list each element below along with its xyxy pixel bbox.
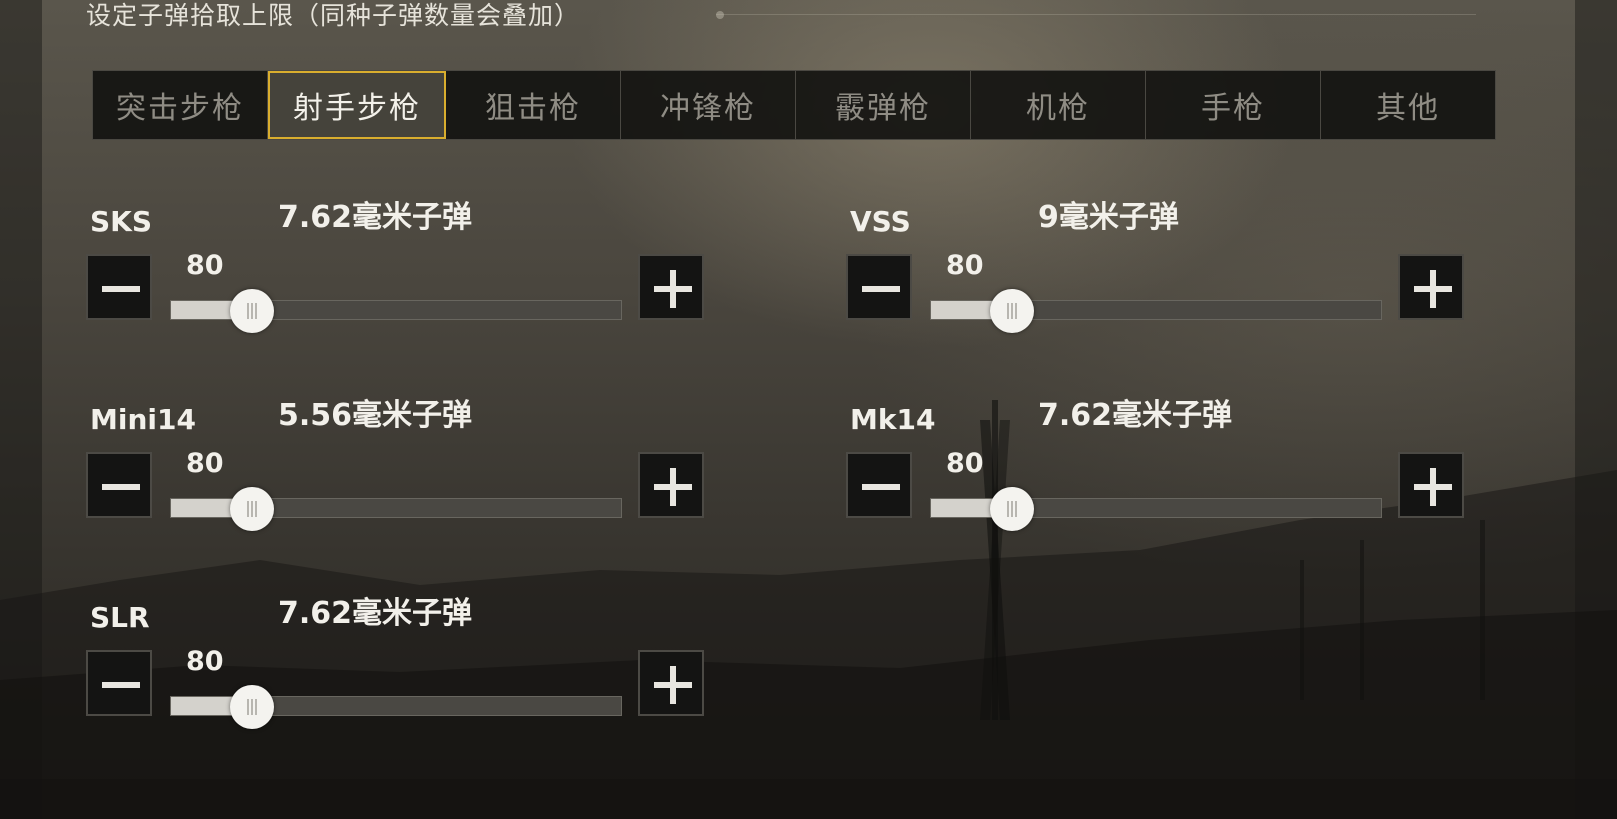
decrease-button[interactable] bbox=[846, 452, 912, 518]
ammo-limit-value: 80 bbox=[946, 250, 984, 281]
grip-line bbox=[255, 303, 257, 319]
slider-handle[interactable] bbox=[230, 685, 274, 729]
plus-icon-vertical bbox=[1430, 468, 1436, 506]
grip-line bbox=[255, 699, 257, 715]
grip-line bbox=[251, 501, 253, 517]
increase-button[interactable] bbox=[638, 452, 704, 518]
tab-marksman-rifle[interactable]: 射手步枪 bbox=[268, 71, 446, 139]
weapon-row-slr: SLR 7.62毫米子弹 80 bbox=[86, 596, 726, 738]
grip-line bbox=[251, 303, 253, 319]
tab-shotgun[interactable]: 霰弹枪 bbox=[796, 71, 971, 139]
tab-other[interactable]: 其他 bbox=[1321, 71, 1495, 139]
minus-icon bbox=[102, 286, 140, 292]
ammo-type: 9毫米子弹 bbox=[1038, 200, 1179, 235]
page-title: 设定子弹拾取上限（同种子弹数量会叠加） bbox=[86, 1, 581, 30]
slider-handle[interactable] bbox=[230, 289, 274, 333]
ammo-type: 5.56毫米子弹 bbox=[278, 398, 473, 433]
ammo-limit-value: 80 bbox=[186, 250, 224, 281]
weapon-row-mk14: Mk14 7.62毫米子弹 80 bbox=[846, 398, 1486, 540]
grip-line bbox=[1011, 303, 1013, 319]
weapon-name: SKS bbox=[90, 205, 153, 238]
decrease-button[interactable] bbox=[86, 254, 152, 320]
ammo-type: 7.62毫米子弹 bbox=[278, 200, 473, 235]
grip-line bbox=[247, 501, 249, 517]
slider-handle[interactable] bbox=[230, 487, 274, 531]
weapon-name: Mk14 bbox=[850, 403, 936, 436]
plus-icon-vertical bbox=[670, 666, 676, 704]
ammo-type: 7.62毫米子弹 bbox=[278, 596, 473, 631]
tab-sniper-rifle[interactable]: 狙击枪 bbox=[446, 71, 621, 139]
weapon-name: VSS bbox=[850, 205, 911, 238]
settings-screen: 设定子弹拾取上限（同种子弹数量会叠加） 突击步枪 射手步枪 狙击枪 冲锋枪 霰弹… bbox=[0, 0, 1617, 819]
tab-assault-rifle[interactable]: 突击步枪 bbox=[93, 71, 268, 139]
ammo-limit-slider[interactable] bbox=[170, 487, 622, 531]
decrease-button[interactable] bbox=[846, 254, 912, 320]
ammo-limit-value: 80 bbox=[946, 448, 984, 479]
ammo-limit-slider[interactable] bbox=[930, 487, 1382, 531]
tab-machine-gun[interactable]: 机枪 bbox=[971, 71, 1146, 139]
ammo-limit-value: 80 bbox=[186, 448, 224, 479]
ammo-limit-slider[interactable] bbox=[170, 289, 622, 333]
minus-icon bbox=[862, 484, 900, 490]
plus-icon-vertical bbox=[1430, 270, 1436, 308]
weapon-name: Mini14 bbox=[90, 403, 196, 436]
weapon-name: SLR bbox=[90, 601, 150, 634]
grip-line bbox=[1007, 501, 1009, 517]
weapon-row-mini14: Mini14 5.56毫米子弹 80 bbox=[86, 398, 726, 540]
ammo-type: 7.62毫米子弹 bbox=[1038, 398, 1233, 433]
decrease-button[interactable] bbox=[86, 650, 152, 716]
grip-line bbox=[1015, 501, 1017, 517]
weapon-row-sks: SKS 7.62毫米子弹 80 bbox=[86, 200, 726, 342]
tab-pistol[interactable]: 手枪 bbox=[1146, 71, 1321, 139]
tab-submachine-gun[interactable]: 冲锋枪 bbox=[621, 71, 796, 139]
ammo-limit-value: 80 bbox=[186, 646, 224, 677]
grip-line bbox=[1015, 303, 1017, 319]
grip-line bbox=[1011, 501, 1013, 517]
increase-button[interactable] bbox=[638, 254, 704, 320]
increase-button[interactable] bbox=[1398, 254, 1464, 320]
minus-icon bbox=[862, 286, 900, 292]
plus-icon-vertical bbox=[670, 468, 676, 506]
weapon-category-tabs: 突击步枪 射手步枪 狙击枪 冲锋枪 霰弹枪 机枪 手枪 其他 bbox=[92, 70, 1496, 140]
increase-button[interactable] bbox=[1398, 452, 1464, 518]
grip-line bbox=[1007, 303, 1009, 319]
slider-handle[interactable] bbox=[990, 487, 1034, 531]
grip-line bbox=[247, 303, 249, 319]
grip-line bbox=[247, 699, 249, 715]
ammo-limit-slider[interactable] bbox=[930, 289, 1382, 333]
grip-line bbox=[251, 699, 253, 715]
ammo-limit-slider[interactable] bbox=[170, 685, 622, 729]
weapon-row-vss: VSS 9毫米子弹 80 bbox=[846, 200, 1486, 342]
minus-icon bbox=[102, 484, 140, 490]
slider-handle[interactable] bbox=[990, 289, 1034, 333]
title-divider bbox=[716, 14, 1476, 15]
decrease-button[interactable] bbox=[86, 452, 152, 518]
divider-dot bbox=[716, 11, 724, 19]
minus-icon bbox=[102, 682, 140, 688]
plus-icon-vertical bbox=[670, 270, 676, 308]
increase-button[interactable] bbox=[638, 650, 704, 716]
grip-line bbox=[255, 501, 257, 517]
